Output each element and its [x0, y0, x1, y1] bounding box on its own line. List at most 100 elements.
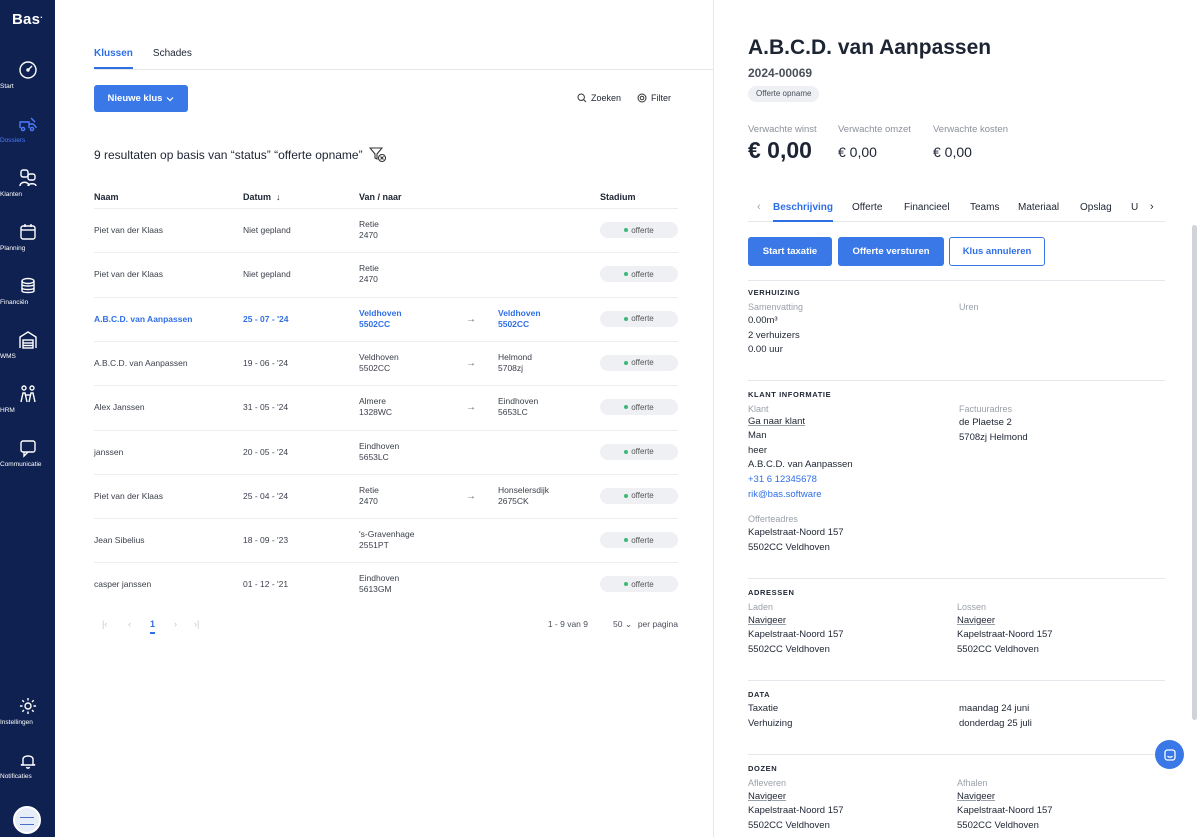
search-button[interactable]: Zoeken: [577, 93, 621, 103]
table-row[interactable]: Piet van der Klaas Niet gepland Retie 2470 o…: [94, 208, 678, 252]
start-taxatie-button[interactable]: Start taxatie: [748, 237, 832, 266]
table-row[interactable]: A.B.C.D. van Aanpassen 25 - 07 - '24 Veldh…: [94, 296, 678, 341]
send-quote-button[interactable]: Offerte versturen: [838, 237, 944, 266]
per-page-label: per pagina: [637, 619, 678, 629]
invoice-street: de Plaetse 2: [959, 417, 1012, 428]
new-job-button[interactable]: Nieuwe klus: [94, 85, 188, 112]
stage-badge: offerte: [600, 443, 678, 460]
tab-financieel[interactable]: Financieel: [904, 202, 950, 213]
cancel-job-button[interactable]: Klus annuleren: [949, 237, 1045, 266]
table-row[interactable]: casper janssen 01 - 12 - '21 Eindhoven 5613…: [94, 562, 678, 606]
next-page-button[interactable]: ›: [174, 619, 177, 629]
status-dot-icon: [624, 228, 629, 232]
row-name: A.B.C.D. van Aanpassen: [94, 357, 188, 368]
coins-icon: [20, 277, 35, 294]
row-from-postcode: 5653LC: [359, 451, 389, 462]
tab-offerte[interactable]: Offerte: [852, 202, 882, 213]
sidebar-item-notificaties[interactable]: Notificaties: [0, 750, 55, 780]
prev-page-button[interactable]: ‹: [128, 619, 131, 629]
row-to: Helmond 5708zj: [498, 352, 532, 374]
pagination: |‹ ‹ 1 › ›| 1 - 9 van 9 50 ⌄ per pagina: [94, 617, 678, 637]
per-page-select[interactable]: 50 ⌄: [613, 619, 632, 630]
sidebar-item-dossiers[interactable]: Dossiers: [0, 114, 55, 144]
status-dot-icon: [624, 582, 629, 587]
tab-beschrijving[interactable]: Beschrijving: [773, 202, 833, 213]
detail-scrollbar[interactable]: [1192, 225, 1197, 720]
table-row[interactable]: Alex Janssen 31 - 05 - '24 Almere 1328WC → Ei…: [94, 385, 678, 429]
sidebar-item-label: Instellingen: [0, 719, 33, 726]
search-icon: [577, 93, 587, 103]
chevron-right-icon[interactable]: ›: [1150, 201, 1154, 213]
goto-client-link[interactable]: Ga naar klant: [748, 415, 805, 430]
column-header-name[interactable]: Naam: [94, 192, 119, 202]
row-date: 25 - 04 - '24: [243, 490, 289, 501]
column-header-date-label: Datum: [243, 192, 272, 202]
page-number[interactable]: 1: [150, 619, 156, 634]
row-from: Veldhoven 5502CC: [359, 308, 402, 330]
sidebar-item-wms[interactable]: WMS: [0, 330, 55, 360]
sidebar-item-instellingen[interactable]: Instellingen: [0, 696, 55, 726]
row-from: 's-Gravenhage 2551PT: [359, 529, 415, 551]
row-name: Jean Sibelius: [94, 535, 145, 546]
table-row[interactable]: Piet van der Klaas Niet gepland Retie 2470 o…: [94, 252, 678, 296]
pickup-navigate-link[interactable]: Navigeer: [957, 790, 995, 805]
row-to-postcode: 5708zj: [498, 362, 524, 373]
sidebar-item-klanten[interactable]: Klanten: [0, 168, 55, 198]
stage-label: offerte: [631, 269, 654, 279]
unload-navigate-link[interactable]: Navigeer: [957, 614, 995, 629]
client-phone-link[interactable]: +31 6 12345678: [748, 473, 817, 488]
row-from-city: Retie: [359, 484, 379, 495]
avatar[interactable]: [13, 806, 41, 834]
calendar-icon: [19, 224, 36, 240]
table-row[interactable]: janssen 20 - 05 - '24 Eindhoven 5653LC offer…: [94, 429, 678, 474]
deliver-street: Kapelstraat-Noord 157: [748, 805, 844, 816]
first-page-button[interactable]: |‹: [102, 619, 107, 629]
column-header-stage[interactable]: Stadium: [600, 192, 636, 202]
sidebar-item-hrm[interactable]: HRM: [0, 384, 55, 414]
table-row[interactable]: Jean Sibelius 18 - 09 - '23 's-Gravenhage 2…: [94, 518, 678, 562]
row-from: Eindhoven 5653LC: [359, 441, 399, 463]
row-name: janssen: [94, 446, 124, 457]
tab-klussen[interactable]: Klussen: [94, 48, 133, 69]
deliver-navigate-link[interactable]: Navigeer: [748, 790, 786, 805]
route-arrow-icon: →: [466, 313, 476, 325]
unload-city: 5502CC Veldhoven: [957, 644, 1039, 655]
tab-teams[interactable]: Teams: [970, 202, 999, 213]
tab-materiaal[interactable]: Materiaal: [1018, 202, 1059, 213]
row-from-city: 's-Gravenhage: [359, 529, 415, 540]
column-header-route[interactable]: Van / naar: [359, 192, 402, 202]
sidebar-item-financien[interactable]: Financiën: [0, 276, 55, 306]
chat-launcher-button[interactable]: [1155, 740, 1184, 769]
table-row[interactable]: A.B.C.D. van Aanpassen 19 - 06 - '24 Veldh…: [94, 340, 678, 385]
load-city: 5502CC Veldhoven: [748, 644, 830, 655]
filter-label: Filter: [651, 93, 671, 103]
row-date: 18 - 09 - '23: [243, 535, 289, 546]
load-navigate-link[interactable]: Navigeer: [748, 614, 786, 629]
sidebar-item-start[interactable]: Start: [0, 60, 55, 90]
last-page-button[interactable]: ›|: [194, 619, 199, 629]
tab-overflow[interactable]: U: [1131, 202, 1138, 213]
expected-cost-value: € 0,00: [933, 144, 972, 160]
move-date: donderdag 25 juli: [959, 718, 1032, 729]
client-label: Klant: [748, 404, 769, 414]
chat-bubble-icon: [19, 440, 36, 458]
tab-opslag[interactable]: Opslag: [1080, 202, 1112, 213]
people-icon: [19, 385, 36, 403]
sidebar-item-communicatie[interactable]: Communicatie: [0, 438, 55, 468]
tab-schades[interactable]: Schades: [153, 48, 192, 69]
column-header-date[interactable]: Datum ↓: [243, 192, 281, 202]
row-from-postcode: 2551PT: [359, 540, 389, 551]
sidebar-item-planning[interactable]: Planning: [0, 222, 55, 252]
filter-button[interactable]: Filter: [637, 93, 671, 103]
chevron-left-icon[interactable]: ‹: [757, 201, 761, 213]
filter-remove-icon[interactable]: [368, 147, 387, 163]
expected-revenue-label: Verwachte omzet: [838, 124, 911, 135]
logo-text: Bas: [12, 11, 41, 28]
gear-icon: [637, 93, 647, 103]
table-row[interactable]: Piet van der Klaas 25 - 04 - '24 Retie 2470…: [94, 473, 678, 518]
row-from-city: Veldhoven: [359, 351, 399, 362]
truck-icon: [18, 117, 37, 132]
client-email-link[interactable]: rik@bas.software: [748, 488, 822, 503]
logo[interactable]: Bas.: [12, 10, 43, 28]
active-tab-indicator: [773, 220, 833, 222]
